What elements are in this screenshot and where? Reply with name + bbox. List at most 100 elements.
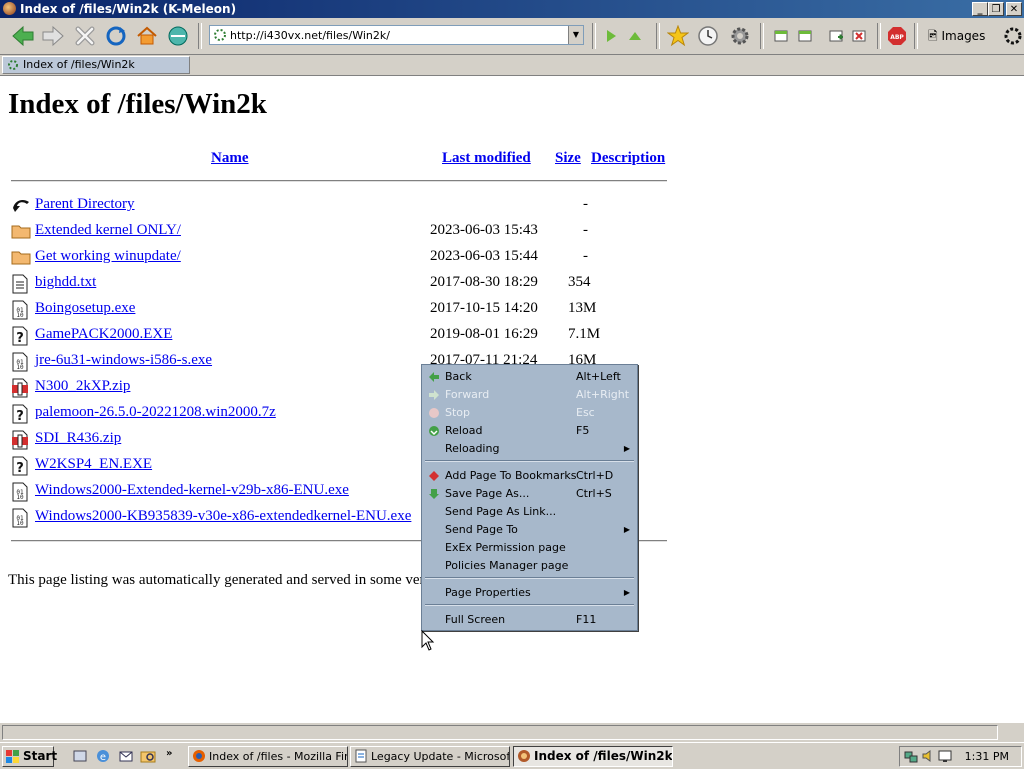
back-arrow-icon xyxy=(12,25,34,47)
play-triangle-icon xyxy=(607,30,616,42)
home-button[interactable] xyxy=(134,23,160,49)
menu-item-add-page-to-bookmarks[interactable]: Add Page To Bookmarks Ctrl+D xyxy=(422,467,637,485)
task-label: Index of /files - Mozilla Fire... xyxy=(209,750,348,763)
restore-button[interactable]: ❐ xyxy=(988,2,1004,16)
menu-item-label: ExEx Permission page xyxy=(445,541,566,554)
forward-arrow-icon xyxy=(428,389,440,401)
file-link[interactable]: Windows2000-Extended-kernel-v29b-x86-ENU… xyxy=(35,482,349,499)
task-k-meleon[interactable]: Index of /files/Win2k... xyxy=(513,746,673,767)
menu-item-page-properties[interactable]: Page Properties ▶ xyxy=(422,584,637,602)
page-loading-icon xyxy=(8,60,18,70)
file-link[interactable]: Boingosetup.exe xyxy=(35,300,135,317)
listing-row: ? GamePACK2000.EXE 2019-08-01 16:29 7.1M xyxy=(11,324,711,346)
start-label: Start xyxy=(23,749,58,763)
close-tab-button[interactable] xyxy=(846,23,872,49)
menu-item-send-page-to[interactable]: Send Page To ▶ xyxy=(422,521,637,539)
monitor-icon[interactable] xyxy=(938,749,952,763)
svg-text:10: 10 xyxy=(16,312,24,319)
network-icon[interactable] xyxy=(904,749,918,763)
file-link[interactable]: Extended kernel ONLY/ xyxy=(35,222,181,239)
menu-item-reload[interactable]: Reload F5 xyxy=(422,422,637,440)
go-forward-button[interactable] xyxy=(598,23,624,49)
file-link[interactable]: Windows2000-KB935839-v30e-x86-extendedke… xyxy=(35,508,411,525)
images-icon: 🖻 xyxy=(928,29,938,43)
menu-item-exex-permission-page[interactable]: ExEx Permission page xyxy=(422,539,637,557)
system-tray: 1:31 PM xyxy=(899,746,1022,767)
svg-text:?: ? xyxy=(16,461,24,476)
menu-item-save-page-as[interactable]: Save Page As... Ctrl+S xyxy=(422,485,637,503)
toolbar-separator xyxy=(656,23,660,49)
back-button[interactable] xyxy=(10,23,36,49)
file-link[interactable]: Get working winupdate/ xyxy=(35,248,181,265)
file-link[interactable]: jre-6u31-windows-i586-s.exe xyxy=(35,352,212,369)
column-header-last-modified[interactable]: Last modified xyxy=(442,150,531,167)
menu-item-label: Save Page As... xyxy=(445,487,530,500)
toolbar-separator xyxy=(592,23,596,49)
unknown-file-icon: ? xyxy=(11,456,31,476)
firefox-icon xyxy=(193,750,205,762)
window-button-2[interactable] xyxy=(792,23,818,49)
preferences-button[interactable] xyxy=(727,23,753,49)
images-toggle-button[interactable]: 🖻 Images xyxy=(928,27,985,45)
file-size: 13M xyxy=(568,300,597,316)
images-label: Images xyxy=(941,29,986,43)
url-bar[interactable]: ▼ xyxy=(209,25,584,45)
compressed-file-icon xyxy=(11,378,31,398)
file-link[interactable]: SDI_R436.zip xyxy=(35,430,121,447)
clock[interactable]: 1:31 PM xyxy=(965,750,1009,763)
quicklaunch-more-icon[interactable]: » xyxy=(166,748,172,759)
file-size: - xyxy=(583,196,588,212)
toolbar-separator xyxy=(914,23,918,49)
url-dropdown-button[interactable]: ▼ xyxy=(568,26,583,44)
start-button[interactable]: Start xyxy=(2,746,58,767)
binary-file-icon: 01 10 xyxy=(11,482,31,502)
go-button[interactable] xyxy=(165,23,191,49)
tab-index-win2k[interactable]: Index of /files/Win2k xyxy=(2,56,190,74)
close-window-button[interactable]: ✕ xyxy=(1006,2,1022,16)
gear-icon xyxy=(731,27,749,45)
column-header-size[interactable]: Size xyxy=(555,150,581,167)
forward-button[interactable] xyxy=(40,23,66,49)
file-link[interactable]: palemoon-26.5.0-20221208.win2000.7z xyxy=(35,404,276,421)
go-up-button[interactable] xyxy=(622,23,648,49)
file-link[interactable]: N300_2kXP.zip xyxy=(35,378,130,395)
menu-item-label: Add Page To Bookmarks xyxy=(445,469,577,482)
reload-button[interactable] xyxy=(103,23,129,49)
last-modified: 2023-06-03 15:44 xyxy=(430,248,538,264)
stop-button[interactable] xyxy=(72,23,98,49)
explorer-icon[interactable] xyxy=(140,748,156,764)
task-firefox[interactable]: Index of /files - Mozilla Fire... xyxy=(188,746,348,767)
menu-separator xyxy=(425,577,634,579)
url-input[interactable] xyxy=(230,27,560,43)
menu-item-reloading[interactable]: Reloading ▶ xyxy=(422,440,637,458)
file-link[interactable]: GamePACK2000.EXE xyxy=(35,326,172,343)
file-link[interactable]: Parent Directory xyxy=(35,196,135,213)
show-desktop-icon[interactable] xyxy=(72,748,88,764)
file-link[interactable]: W2KSP4_EN.EXE xyxy=(35,456,152,473)
listing-row: Extended kernel ONLY/2023-06-03 15:43 - xyxy=(11,220,711,242)
menu-item-full-screen[interactable]: Full Screen F11 xyxy=(422,611,637,629)
toolbar-separator xyxy=(198,23,202,49)
window-icon xyxy=(798,30,812,42)
window-button-1[interactable] xyxy=(768,23,794,49)
tab-bar: Index of /files/Win2k xyxy=(0,55,1024,76)
status-text-panel xyxy=(2,725,998,740)
column-header-description[interactable]: Description xyxy=(591,150,665,167)
bookmarks-button[interactable] xyxy=(665,23,691,49)
column-header-name[interactable]: Name xyxy=(211,150,249,167)
file-link[interactable]: bighdd.txt xyxy=(35,274,96,291)
volume-icon[interactable] xyxy=(921,749,935,763)
internet-explorer-icon[interactable]: e xyxy=(95,748,111,764)
folder-icon xyxy=(11,248,31,268)
adblock-button[interactable]: ABP xyxy=(884,23,910,49)
window-titlebar[interactable]: Index of /files/Win2k (K-Meleon) _ ❐ ✕ xyxy=(0,0,1024,18)
menu-item-label: Send Page As Link... xyxy=(445,505,557,518)
unknown-file-icon: ? xyxy=(11,326,31,346)
outlook-express-icon[interactable] xyxy=(118,748,134,764)
menu-item-policies-manager-page[interactable]: Policies Manager page xyxy=(422,557,637,575)
menu-item-send-page-as-link[interactable]: Send Page As Link... xyxy=(422,503,637,521)
menu-item-back[interactable]: Back Alt+Left xyxy=(422,368,637,386)
task-legacy-update[interactable]: Legacy Update - Microsoft... xyxy=(350,746,510,767)
history-button[interactable] xyxy=(695,23,721,49)
minimize-button[interactable]: _ xyxy=(972,2,988,16)
